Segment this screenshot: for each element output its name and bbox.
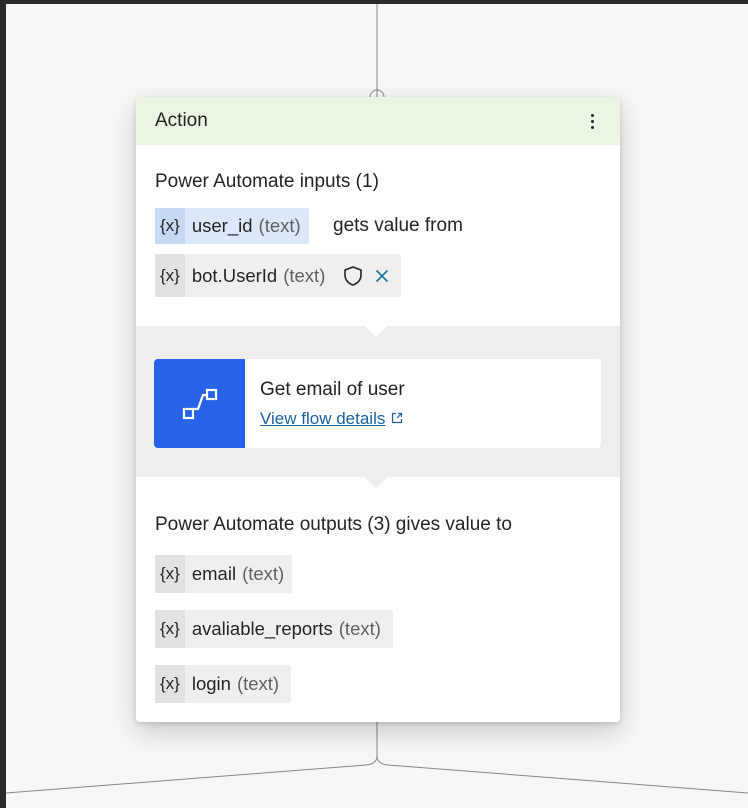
input-source-type: (text) [283,264,326,286]
variable-icon: {x} [155,254,185,297]
flow-band: Get email of user View flow details [136,314,620,489]
shield-icon[interactable] [343,265,363,287]
flow-connector-icon [154,359,245,448]
variable-icon: {x} [155,665,185,703]
gets-value-from-label: gets value from [333,215,463,236]
variable-icon: {x} [155,610,185,648]
input-parameter-name: user_id [191,215,253,236]
output-variable-chip[interactable]: {x} login (text) [155,665,292,703]
view-flow-details-label: View flow details [260,409,386,428]
open-external-icon [391,409,403,429]
output-variable-chip[interactable]: {x} email (text) [155,555,293,593]
variable-icon: {x} [155,555,185,593]
output-variable-type: (text) [236,673,280,694]
input-parameter-chip[interactable]: {x} user_id (text) [155,208,309,244]
flow-card[interactable]: Get email of user View flow details [154,359,601,448]
input-source-chip[interactable]: {x} bot.UserId (text) [155,254,402,297]
input-parameter-type: (text) [258,215,301,236]
output-variable-chip[interactable]: {x} avaliable_reports (text) [155,610,393,648]
card-header: Action [136,97,620,145]
output-variable-type: (text) [338,618,381,639]
output-variable-name: avaliable_reports [191,618,333,639]
outputs-label: Power Automate outputs (3) gives value t… [155,514,512,535]
output-variable-type: (text) [242,563,285,584]
card-title: Action [155,110,208,131]
bottom-notch [364,465,388,489]
close-icon[interactable] [375,269,389,283]
action-node-card[interactable]: Action Power Automate inputs (1) {x} use… [136,97,620,722]
output-variable-name: login [191,673,231,694]
input-source-name: bot.UserId [191,264,278,286]
variable-icon: {x} [155,208,185,244]
inputs-label: Power Automate inputs (1) [155,171,379,192]
flow-name: Get email of user [260,379,405,400]
top-notch [364,314,388,338]
view-flow-details-link[interactable]: View flow details [260,409,405,429]
more-options-icon[interactable] [582,107,602,135]
output-variable-name: email [191,563,237,584]
